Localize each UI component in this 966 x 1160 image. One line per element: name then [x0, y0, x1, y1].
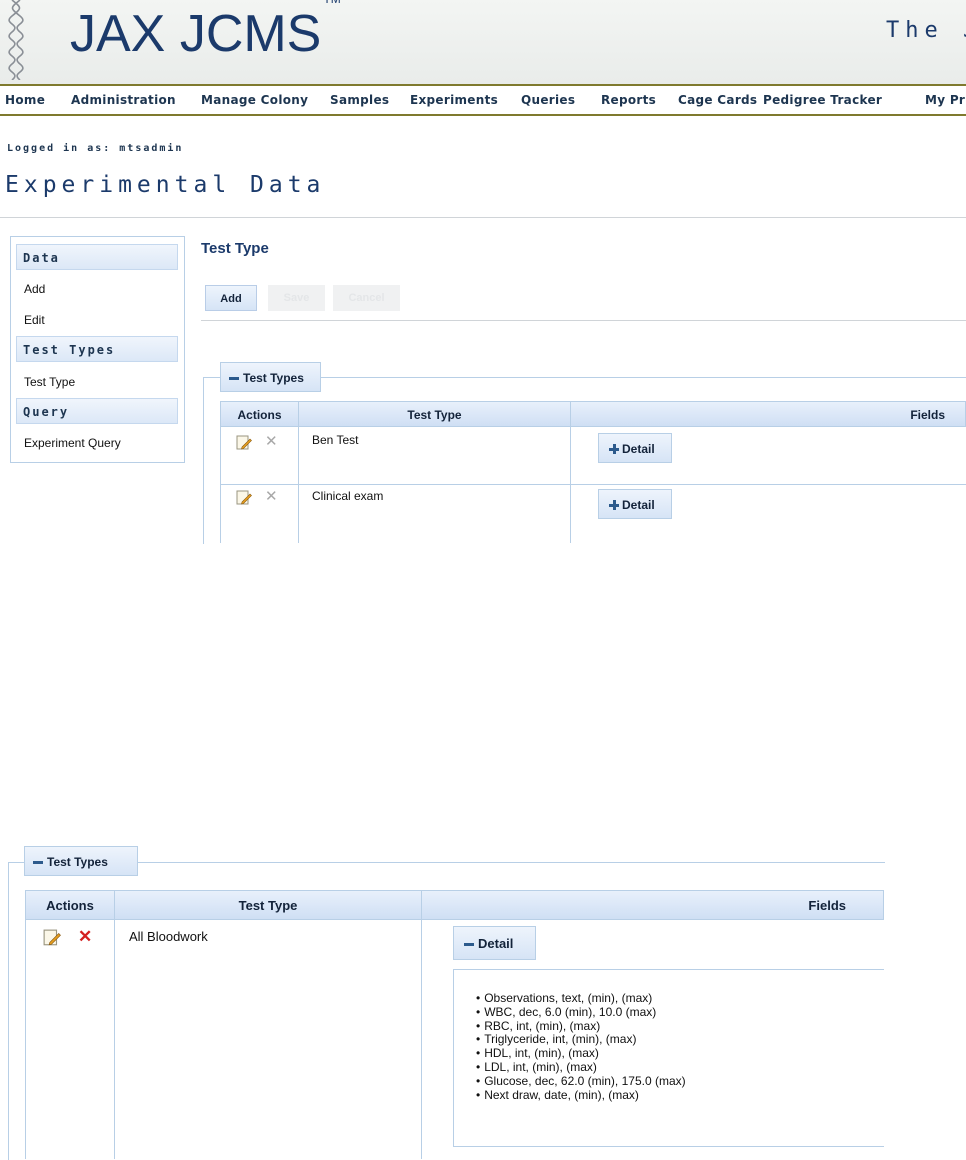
trademark-mark: TM: [323, 0, 340, 6]
row-divider: [220, 484, 966, 485]
nav-item-my-profile[interactable]: My Pr: [925, 93, 965, 107]
nav-item-reports[interactable]: Reports: [601, 93, 656, 107]
dna-logo-icon: [8, 0, 24, 80]
column-header-fields: Fields: [570, 401, 966, 427]
nav-item-pedigree-tracker[interactable]: Pedigree Tracker: [763, 93, 882, 107]
sidebar-heading-test-types: Test Types: [16, 336, 178, 362]
header-tagline: The J: [886, 18, 966, 43]
nav-item-home[interactable]: Home: [5, 93, 45, 107]
column-header-test-type: Test Type: [298, 401, 571, 427]
logo-text: JAX JCMS: [70, 5, 322, 63]
sidebar: Data Add Edit Test Types Test Type Query…: [10, 236, 185, 463]
edit-icon[interactable]: [43, 929, 61, 947]
grid-line: [114, 920, 115, 1159]
sidebar-item-test-type[interactable]: Test Type: [24, 375, 75, 389]
plus-icon: [609, 444, 619, 454]
field-item: Glucose, dec, 62.0 (min), 175.0 (max): [476, 1074, 685, 1089]
app-header: JAX JCMSTM The J: [0, 0, 966, 86]
grid-line: [570, 427, 571, 543]
save-button[interactable]: Save: [268, 285, 325, 311]
field-list: Observations, text, (min), (max) WBC, de…: [476, 991, 686, 1103]
detail-label: Detail: [478, 936, 514, 951]
field-item: Triglyceride, int, (min), (max): [476, 1033, 686, 1047]
minus-icon: [464, 943, 474, 947]
sidebar-item-edit[interactable]: Edit: [24, 313, 45, 327]
detail-label: Detail: [622, 498, 655, 512]
panel-legend-label: Test Types: [243, 371, 304, 385]
column-header-test-type: Test Type: [114, 890, 422, 920]
detail-collapse-button[interactable]: Detail: [453, 926, 536, 960]
nav-item-samples[interactable]: Samples: [330, 93, 389, 107]
test-types-collapse-toggle[interactable]: Test Types: [24, 846, 138, 876]
nav-item-queries[interactable]: Queries: [521, 93, 575, 107]
sidebar-item-add[interactable]: Add: [24, 282, 45, 296]
panel-legend-label: Test Types: [47, 855, 108, 869]
nav-item-manage-colony[interactable]: Manage Colony: [201, 93, 308, 107]
delete-icon[interactable]: ✕: [78, 928, 92, 945]
detail-expand-button[interactable]: Detail: [598, 489, 672, 519]
add-button[interactable]: Add: [205, 285, 257, 311]
sidebar-heading-query: Query: [16, 398, 178, 424]
field-item: WBC, dec, 6.0 (min), 10.0 (max): [476, 1005, 686, 1020]
main-nav: Home Administration Manage Colony Sample…: [0, 86, 966, 116]
detail-expand-button[interactable]: Detail: [598, 433, 672, 463]
logged-in-label: Logged in as: mtsadmin: [7, 143, 184, 154]
test-type-name: Clinical exam: [312, 489, 384, 503]
grid-line: [421, 920, 422, 1159]
delete-icon[interactable]: ✕: [265, 489, 278, 504]
detail-label: Detail: [622, 442, 655, 456]
column-header-actions: Actions: [220, 401, 299, 427]
field-item: HDL, int, (min), (max): [476, 1046, 686, 1061]
cancel-button[interactable]: Cancel: [333, 285, 400, 311]
nav-item-cage-cards[interactable]: Cage Cards: [678, 93, 757, 107]
test-type-name: Ben Test: [312, 433, 359, 447]
test-type-name: All Bloodwork: [129, 929, 208, 944]
minus-icon: [33, 861, 43, 865]
minus-icon: [229, 377, 239, 381]
nav-item-experiments[interactable]: Experiments: [410, 93, 498, 107]
column-header-actions: Actions: [25, 890, 115, 920]
title-divider: [0, 217, 966, 218]
edit-icon[interactable]: [236, 490, 252, 506]
delete-icon[interactable]: ✕: [265, 434, 278, 449]
field-item: LDL, int, (min), (max): [476, 1060, 686, 1075]
grid-line: [25, 920, 26, 1159]
grid-line: [298, 427, 299, 543]
grid-line: [220, 427, 221, 543]
sidebar-heading-data: Data: [16, 244, 178, 270]
field-item: RBC, int, (min), (max): [476, 1019, 686, 1034]
section-divider: [201, 320, 966, 321]
plus-icon: [609, 500, 619, 510]
edit-icon[interactable]: [236, 435, 252, 451]
section-title: Test Type: [201, 240, 269, 257]
nav-item-administration[interactable]: Administration: [71, 93, 176, 107]
column-header-fields: Fields: [421, 890, 884, 920]
field-item: Observations, text, (min), (max): [476, 991, 686, 1006]
field-item: Next draw, date, (min), (max): [476, 1088, 686, 1103]
app-logo[interactable]: JAX JCMSTM: [70, 0, 341, 64]
test-types-collapse-toggle[interactable]: Test Types: [220, 362, 321, 392]
sidebar-item-experiment-query[interactable]: Experiment Query: [24, 436, 121, 450]
page-title: Experimental Data: [5, 172, 326, 198]
